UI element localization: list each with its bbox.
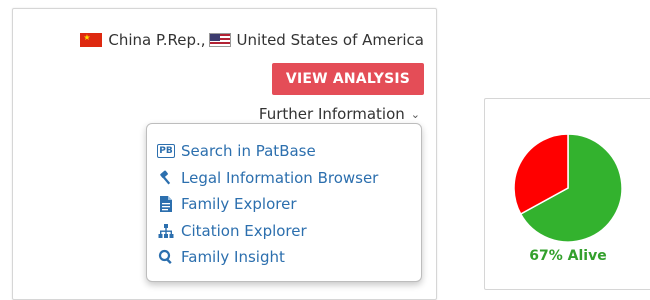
menu-item-search-patbase[interactable]: PB Search in PatBase bbox=[157, 140, 316, 162]
country-usa: United States of America bbox=[236, 31, 424, 49]
china-flag-icon: ★ bbox=[80, 33, 103, 47]
view-analysis-button[interactable]: VIEW ANALYSIS bbox=[272, 63, 424, 95]
document-icon bbox=[157, 195, 175, 213]
menu-item-label: Search in PatBase bbox=[181, 142, 316, 160]
search-icon bbox=[157, 248, 175, 266]
country-list: ★ China P.Rep., United States of America bbox=[80, 31, 424, 49]
sitemap-icon bbox=[157, 222, 175, 240]
menu-item-legal-information-browser[interactable]: Legal Information Browser bbox=[157, 167, 378, 189]
menu-item-label: Family Insight bbox=[181, 248, 285, 266]
chevron-down-icon: ⌄ bbox=[410, 107, 420, 121]
menu-item-family-insight[interactable]: Family Insight bbox=[157, 246, 285, 268]
further-information-menu: PB Search in PatBase Legal Information B… bbox=[146, 123, 422, 282]
alive-percentage-label: 67% Alive bbox=[529, 248, 607, 264]
legal-status-pie-chart bbox=[513, 133, 623, 243]
usa-flag-icon bbox=[208, 33, 231, 47]
country-china: China P.Rep., bbox=[108, 31, 206, 49]
menu-item-citation-explorer[interactable]: Citation Explorer bbox=[157, 220, 307, 242]
gavel-icon bbox=[157, 169, 175, 187]
patbase-icon: PB bbox=[157, 142, 175, 160]
menu-item-label: Legal Information Browser bbox=[181, 169, 379, 187]
menu-item-family-explorer[interactable]: Family Explorer bbox=[157, 193, 297, 215]
menu-item-label: Citation Explorer bbox=[181, 222, 307, 240]
legal-status-card: 67% Alive bbox=[484, 98, 650, 290]
family-card: ★ China P.Rep., United States of America… bbox=[12, 8, 437, 300]
further-information-toggle[interactable]: Further Information ⌄ bbox=[259, 105, 420, 123]
menu-item-label: Family Explorer bbox=[181, 195, 297, 213]
further-information-label: Further Information bbox=[258, 105, 405, 123]
